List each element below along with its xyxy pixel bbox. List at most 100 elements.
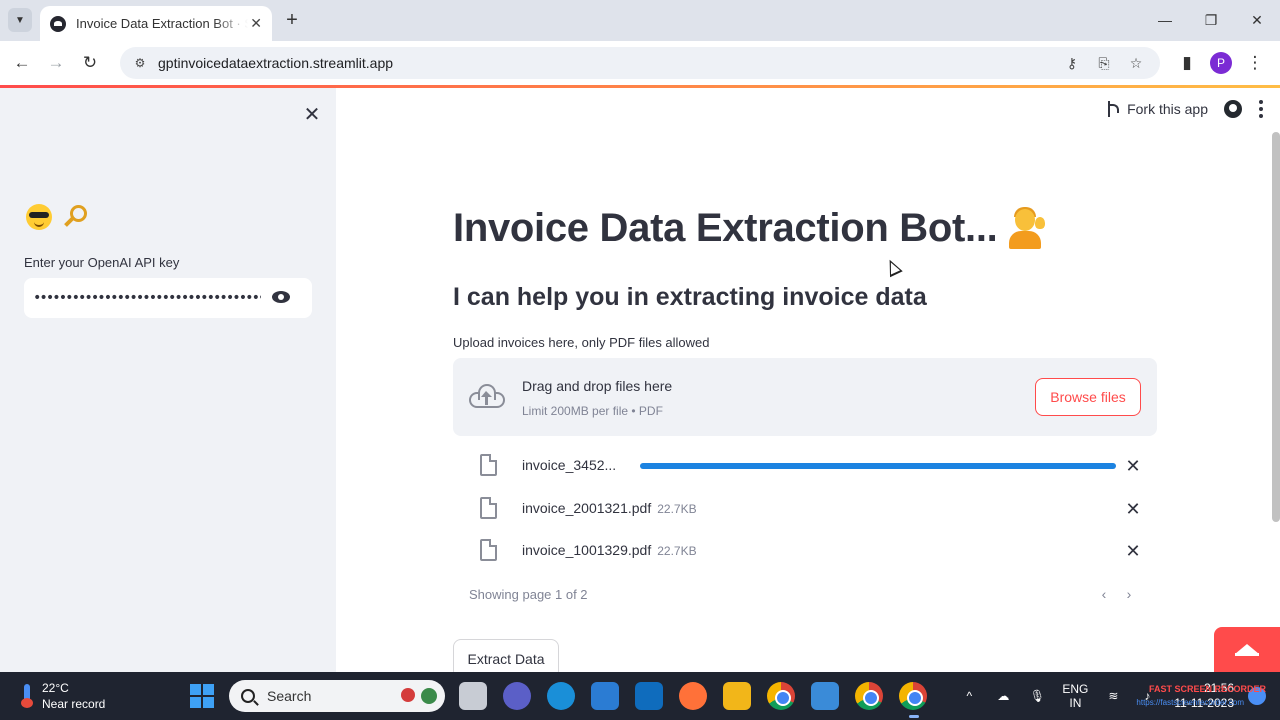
file-name: invoice_3452... [522, 457, 617, 473]
sidebar-close-icon[interactable]: ✕ [300, 102, 324, 126]
microphone-icon[interactable]: 🎙 [1026, 685, 1048, 707]
show-password-eye-icon[interactable] [272, 291, 290, 303]
page-title: Invoice Data Extraction Bot... [453, 206, 1049, 251]
password-key-icon[interactable]: ⚷ [1060, 51, 1084, 75]
sidebar-emoji-row [26, 204, 87, 230]
notepad-icon[interactable] [811, 682, 839, 710]
page-subtitle: I can help you in extracting invoice dat… [453, 283, 927, 311]
dropzone-title: Drag and drop files here [522, 378, 673, 394]
thermometer-icon [20, 684, 34, 708]
browse-files-button[interactable]: Browse files [1035, 378, 1141, 416]
remove-file-icon[interactable]: ✕ [1121, 539, 1145, 563]
restore-icon[interactable]: ❐ [1188, 0, 1234, 40]
site-info-icon[interactable]: ⚙ [128, 51, 152, 75]
profile-avatar[interactable]: P [1210, 52, 1232, 74]
url-text: gptinvoicedataextraction.streamlit.app [158, 55, 394, 71]
sidebar: ✕ Enter your OpenAI API key [0, 88, 336, 672]
file-size: 22.7KB [657, 502, 697, 516]
browser-toolbar: ← → ↻ ⚙ gptinvoicedataextraction.streaml… [0, 41, 1280, 85]
page-title-text: Invoice Data Extraction Bot... [453, 206, 998, 250]
recorder-watermark-url: https://fastscreenrecorder.com [1136, 698, 1244, 707]
weather-temperature: 22°C [42, 681, 69, 695]
reload-icon[interactable]: ↻ [73, 46, 107, 80]
crown-icon [1235, 643, 1259, 656]
file-dropzone[interactable]: Drag and drop files here Limit 200MB per… [453, 358, 1157, 436]
edge-icon[interactable] [547, 682, 575, 710]
tab-title: Invoice Data Extraction Bot · Streamlit [76, 16, 248, 31]
taskbar-search-text: Search [267, 688, 312, 704]
weather-description: Near record [42, 697, 106, 711]
store-icon[interactable] [635, 682, 663, 710]
streamlit-badge[interactable] [1214, 627, 1280, 672]
remove-file-icon[interactable]: ✕ [1121, 454, 1145, 478]
forward-icon[interactable]: → [39, 46, 73, 80]
side-panel-icon[interactable]: ▮ [1170, 46, 1204, 80]
cloud-upload-icon [469, 384, 505, 408]
github-icon[interactable] [1224, 100, 1242, 118]
chrome-profile-r-icon[interactable] [767, 682, 795, 710]
key-icon [58, 204, 87, 230]
system-tray: ^ ☁ 🎙 ENG IN ≋ ♪ 21:56 11-11-2023 [952, 672, 1280, 720]
chrome-profile-p-icon[interactable] [899, 682, 927, 718]
main-content: Fork this app Invoice Data Extraction Bo… [336, 88, 1280, 679]
file-size: 22.7KB [657, 544, 697, 558]
dropzone-limit: Limit 200MB per file • PDF [522, 404, 663, 418]
browser-tab-strip: ▼ Invoice Data Extraction Bot · Streamli… [0, 0, 1280, 41]
install-app-icon[interactable]: ⎘ [1092, 51, 1116, 75]
mail-icon[interactable] [591, 682, 619, 710]
upload-label: Upload invoices here, only PDF files all… [453, 335, 710, 350]
file-explorer-icon[interactable] [723, 682, 751, 710]
onedrive-cloud-icon[interactable]: ☁ [992, 685, 1014, 707]
recorder-watermark: FAST SCREEN RECORDER [1148, 684, 1266, 694]
uploaded-file-row: invoice_2001321.pdf 22.7KB ✕ [453, 493, 1157, 525]
teams-icon[interactable] [503, 682, 531, 710]
upload-progress-bar [640, 463, 1116, 469]
task-view-icon[interactable] [459, 682, 487, 710]
search-highlight-icon [397, 684, 441, 708]
file-icon [480, 454, 497, 476]
bookmark-star-icon[interactable]: ☆ [1124, 51, 1148, 75]
window-close-icon[interactable]: ✕ [1234, 0, 1280, 40]
uploaded-file-row: invoice_1001329.pdf 22.7KB ✕ [453, 535, 1157, 567]
chrome-profile-r2-icon[interactable] [855, 682, 883, 710]
weather-widget[interactable]: 22°C Near record [20, 680, 105, 712]
person-tipping-hand-icon [1005, 206, 1049, 251]
windows-start-icon[interactable] [190, 684, 214, 708]
window-controls: — ❐ ✕ [1142, 0, 1280, 40]
fork-label: Fork this app [1127, 101, 1208, 117]
remove-file-icon[interactable]: ✕ [1121, 497, 1145, 521]
windows-taskbar: 22°C Near record Search ^ ☁ 🎙 ENG IN ≋ ♪… [0, 672, 1280, 720]
file-name: invoice_1001329.pdf 22.7KB [522, 542, 697, 558]
streamlit-favicon-icon [50, 15, 66, 32]
file-icon [480, 497, 497, 519]
uploaded-file-row: invoice_3452... ✕ [453, 450, 1157, 482]
api-key-field[interactable] [24, 278, 312, 318]
wifi-icon[interactable]: ≋ [1102, 685, 1124, 707]
mouse-cursor-icon [883, 256, 903, 278]
taskbar-search[interactable]: Search [229, 680, 445, 712]
app-header: Fork this app [1105, 100, 1264, 118]
fork-app-link[interactable]: Fork this app [1105, 101, 1208, 117]
search-icon [241, 689, 255, 703]
upload-progress-fill [640, 463, 1116, 469]
api-key-input[interactable] [33, 290, 261, 306]
address-bar[interactable]: ⚙ gptinvoicedataextraction.streamlit.app… [120, 47, 1160, 79]
browser-tab[interactable]: Invoice Data Extraction Bot · Streamlit … [40, 6, 272, 41]
language-indicator[interactable]: ENG IN [1062, 682, 1088, 710]
tab-close-icon[interactable]: ✕ [250, 15, 262, 32]
previous-page-icon[interactable]: ‹ [1096, 585, 1112, 603]
firefox-icon[interactable] [679, 682, 707, 710]
file-name: invoice_2001321.pdf 22.7KB [522, 500, 697, 516]
minimize-icon[interactable]: — [1142, 0, 1188, 40]
back-icon[interactable]: ← [5, 46, 39, 80]
next-page-icon[interactable]: › [1121, 585, 1137, 603]
pagination-text: Showing page 1 of 2 [469, 587, 588, 602]
file-icon [480, 539, 497, 561]
app-menu-icon[interactable] [1258, 100, 1264, 118]
main-scrollbar[interactable] [1272, 132, 1280, 522]
show-hidden-icons-icon[interactable]: ^ [958, 685, 980, 707]
browser-menu-icon[interactable]: ⋮ [1238, 46, 1272, 80]
tab-search-icon[interactable]: ▼ [8, 8, 32, 32]
new-tab-icon[interactable]: + [280, 8, 304, 32]
sunglasses-face-icon [26, 204, 52, 230]
